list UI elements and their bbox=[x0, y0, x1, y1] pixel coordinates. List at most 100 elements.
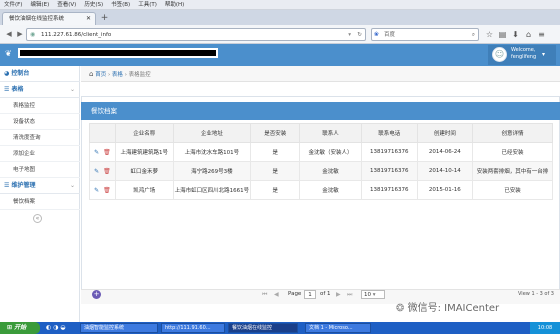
table-cell: 上海市沈水车路101号 bbox=[172, 142, 252, 162]
watermark: ❂ 微信号: IMAICenter bbox=[396, 302, 560, 316]
table-cell: 金沈敏（安装人） bbox=[299, 142, 362, 162]
menu-file[interactable]: 文件(F) bbox=[0, 0, 26, 10]
table-row[interactable]: ✎ 🗑 凯鸿广场 上海市虹口区四川北路1661号 是 金沈敏 1381971637… bbox=[89, 180, 553, 200]
sidebar-item-catering-archive[interactable]: 餐饮档案 bbox=[0, 194, 80, 210]
table-cell: 2015-01-16 bbox=[416, 180, 474, 200]
bookmarks-icon[interactable]: ▤ bbox=[497, 29, 508, 40]
browser-tab[interactable]: 餐饮油烟在线监控系统 ✕ bbox=[2, 12, 96, 25]
delete-icon[interactable]: 🗑 bbox=[103, 187, 111, 194]
delete-icon[interactable]: 🗑 bbox=[103, 149, 111, 156]
chevron-down-icon: ⌄ bbox=[69, 86, 75, 93]
table-cell: 13819716376 bbox=[360, 180, 418, 200]
row-actions: ✎ 🗑 bbox=[89, 180, 116, 200]
row-actions: ✎ 🗑 bbox=[89, 161, 116, 181]
page-input[interactable]: 1 bbox=[304, 290, 316, 299]
next-page-icon[interactable]: ▶ bbox=[336, 291, 341, 298]
close-tab-icon[interactable]: ✕ bbox=[86, 13, 91, 25]
user-name: fenglifeng bbox=[511, 54, 537, 60]
menu-help[interactable]: 帮助(H) bbox=[161, 0, 188, 10]
sidebar-item-dashboard[interactable]: ◕ 控制台 bbox=[0, 66, 80, 82]
caret-down-icon: ▾ bbox=[372, 292, 376, 298]
column-header[interactable]: 企业名称 bbox=[114, 123, 174, 143]
table-cell: 海宁路269号3楼 bbox=[172, 161, 252, 181]
column-header[interactable]: 联系电话 bbox=[360, 123, 418, 143]
breadcrumb-separator: › bbox=[124, 72, 127, 78]
sidebar-group-maintenance[interactable]: ☰ 维护管理 ⌄ bbox=[0, 178, 80, 194]
taskbar-item[interactable]: 文档 1 - Microso... bbox=[305, 323, 371, 333]
taskbar-item-active[interactable]: 餐饮油烟在线监控 bbox=[228, 323, 298, 333]
page-size-select[interactable]: 10 ▾ bbox=[361, 290, 385, 299]
search-engine-label: 百度 bbox=[384, 32, 396, 38]
table-row[interactable]: ✎ 🗑 虹口金禾萝 海宁路269号3楼 是 金沈敏 13819716376 201… bbox=[89, 161, 553, 181]
table-row[interactable]: ✎ 🗑 上海建筑建筑路1号 上海市沈水车路101号 是 金沈敏（安装人） 1381… bbox=[89, 142, 553, 162]
sidebar-item-table-monitor[interactable]: 表格监控 bbox=[0, 98, 80, 114]
table-cell: 13819716376 bbox=[360, 142, 418, 162]
page-size-value: 10 bbox=[364, 292, 371, 298]
column-header[interactable]: 联系人 bbox=[299, 123, 362, 143]
menu-edit[interactable]: 编辑(E) bbox=[26, 0, 53, 10]
edit-icon[interactable]: ✎ bbox=[94, 168, 99, 175]
search-input[interactable]: ❀ 百度 ⌕ bbox=[371, 28, 479, 41]
sidebar-item-device-status[interactable]: 设备状态 bbox=[0, 114, 80, 130]
table-cell: 金沈敏 bbox=[299, 161, 362, 181]
edit-icon[interactable]: ✎ bbox=[94, 149, 99, 156]
download-icon[interactable]: ⬇ bbox=[510, 29, 521, 40]
user-greeting[interactable]: Welcome, fenglifeng bbox=[511, 47, 541, 61]
menu-bookmarks[interactable]: 书签(B) bbox=[107, 0, 134, 10]
forward-icon[interactable]: ▶ bbox=[14, 28, 26, 40]
url-text: 111.227.61.86/client_info bbox=[41, 32, 112, 38]
menu-icon[interactable]: ≡ bbox=[536, 29, 547, 40]
table-cell: 上海建筑建筑路1号 bbox=[114, 142, 174, 162]
view-info: View 1 - 3 of 3 bbox=[518, 291, 554, 297]
start-label: 开始 bbox=[14, 324, 27, 331]
start-button[interactable]: ⊞ 开始 bbox=[0, 322, 40, 334]
home-icon[interactable]: ⌂ bbox=[89, 70, 93, 78]
caret-down-icon[interactable]: ▾ bbox=[542, 51, 545, 58]
table-cell: 虹口金禾萝 bbox=[114, 161, 174, 181]
taskbar-clock: 10:08 bbox=[530, 322, 560, 334]
column-header[interactable]: 是否安装 bbox=[250, 123, 301, 143]
table-cell: 上海市虹口区四川北路1661号 bbox=[172, 180, 252, 200]
prev-page-icon[interactable]: ◀ bbox=[274, 291, 279, 298]
star-icon[interactable]: ☆ bbox=[484, 29, 495, 40]
breadcrumb-home[interactable]: 首页 bbox=[95, 72, 106, 78]
list-icon: ☰ bbox=[4, 86, 10, 93]
sidebar-item-add-company[interactable]: 添加企业 bbox=[0, 146, 80, 162]
windows-logo-icon: ⊞ bbox=[7, 324, 13, 331]
table-cell: 金沈敏 bbox=[299, 180, 362, 200]
url-input[interactable]: ◉ 111.227.61.86/client_info ▾ ↻ bbox=[26, 28, 366, 41]
menu-history[interactable]: 历史(S) bbox=[80, 0, 107, 10]
sidebar-item-map[interactable]: 电子地图 bbox=[0, 162, 80, 178]
search-icon[interactable]: ⌕ bbox=[472, 29, 475, 41]
avatar[interactable]: ☺ bbox=[492, 47, 507, 62]
collapse-sidebar-icon[interactable]: « bbox=[33, 214, 42, 223]
column-header[interactable]: 企业地址 bbox=[172, 123, 252, 143]
row-actions: ✎ 🗑 bbox=[89, 142, 116, 162]
table-cell: 凯鸿广场 bbox=[114, 180, 174, 200]
last-page-icon[interactable]: ⏭ bbox=[347, 291, 352, 299]
sidebar-label: 控制台 bbox=[11, 70, 30, 77]
menu-tools[interactable]: 工具(T) bbox=[134, 0, 161, 10]
breadcrumb-reports[interactable]: 表格 bbox=[112, 72, 123, 78]
menu-view[interactable]: 查看(V) bbox=[53, 0, 80, 10]
column-header[interactable]: 创意详情 bbox=[472, 123, 553, 143]
new-tab-icon[interactable]: + bbox=[99, 13, 110, 24]
sidebar-label: 维护管理 bbox=[11, 182, 36, 189]
sidebar-item-cleaning-query[interactable]: 清洗度查询 bbox=[0, 130, 80, 146]
home-icon[interactable]: ⌂ bbox=[523, 29, 534, 40]
quicklaunch-icons[interactable]: ◐ ◑ ◒ bbox=[46, 324, 66, 331]
redacted-app-title bbox=[18, 48, 218, 58]
breadcrumb-current: 表格监控 bbox=[128, 72, 151, 78]
reload-icon[interactable]: ↻ bbox=[357, 29, 362, 41]
table-header-row: 企业名称 企业地址 是否安装 联系人 联系电话 创建时间 创意详情 bbox=[89, 123, 553, 143]
add-record-button[interactable]: + bbox=[92, 290, 101, 299]
first-page-icon[interactable]: ⏮ bbox=[262, 291, 267, 299]
edit-icon[interactable]: ✎ bbox=[94, 187, 99, 194]
taskbar-item[interactable]: http://111.91.60... bbox=[161, 323, 225, 333]
sidebar-group-reports[interactable]: ☰ 表格 ⌄ bbox=[0, 82, 80, 98]
taskbar-item[interactable]: 油烟智能监控系统 bbox=[80, 323, 158, 333]
delete-icon[interactable]: 🗑 bbox=[103, 168, 111, 175]
dropdown-icon[interactable]: ▾ bbox=[348, 29, 351, 41]
wechat-icon: ❂ bbox=[396, 303, 405, 314]
column-header[interactable]: 创建时间 bbox=[416, 123, 474, 143]
